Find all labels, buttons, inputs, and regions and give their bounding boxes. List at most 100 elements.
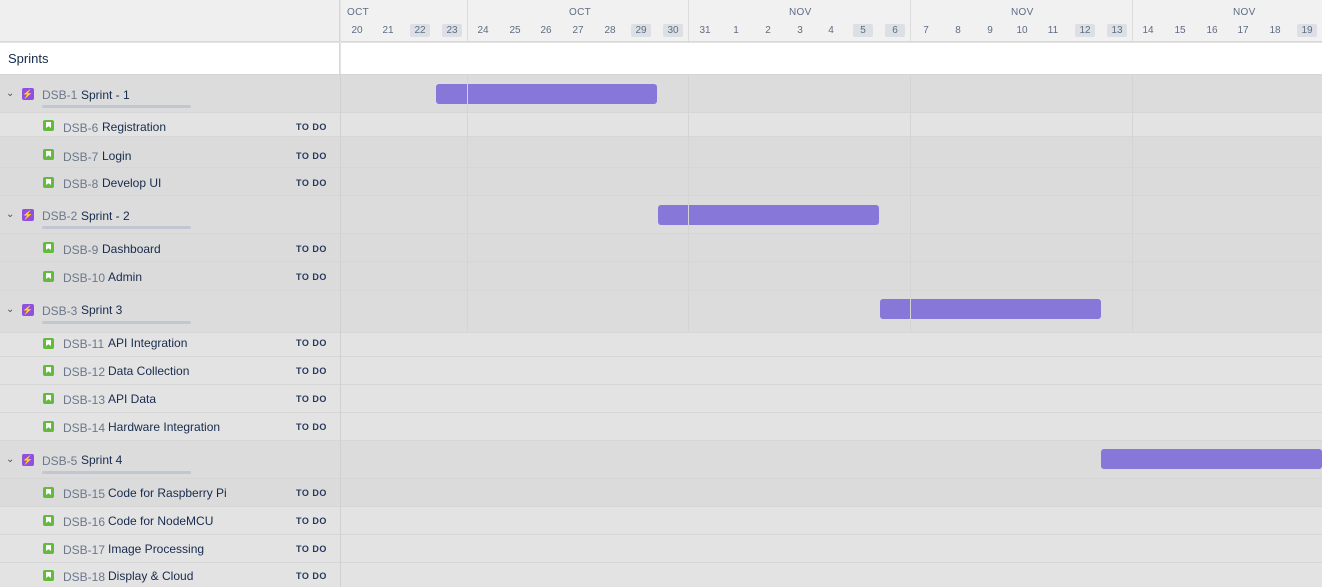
issue-row[interactable]: DSB-6 Registration TO DO (0, 112, 1322, 136)
issue-title[interactable]: Login (102, 149, 131, 163)
status-badge: TO DO (296, 244, 327, 254)
issue-key[interactable]: DSB-11 (63, 337, 104, 351)
epic-key[interactable]: DSB-1 (42, 88, 77, 102)
epic-key[interactable]: DSB-2 (42, 209, 77, 223)
sprint-bar[interactable] (658, 205, 879, 225)
story-icon (43, 338, 54, 349)
story-icon (43, 393, 54, 404)
epic-icon: ⚡ (22, 209, 34, 221)
issue-row[interactable]: DSB-7 Login TO DO (0, 136, 1322, 167)
status-badge: TO DO (296, 488, 327, 498)
day-label: 26 (540, 25, 552, 36)
story-icon (43, 570, 54, 581)
story-icon (43, 149, 54, 160)
status-badge: TO DO (296, 151, 327, 161)
issue-row[interactable]: DSB-11 API Integration TO DO (0, 332, 1322, 356)
epic-title[interactable]: Sprint - 2 (81, 209, 130, 223)
story-icon (43, 177, 54, 188)
epic-key[interactable]: DSB-5 (42, 454, 77, 468)
story-icon (43, 421, 54, 432)
issue-title[interactable]: Develop UI (102, 176, 161, 190)
issue-title[interactable]: API Data (108, 392, 156, 406)
epic-row[interactable]: ⌄ ⚡ DSB-2 Sprint - 2 (0, 195, 1322, 233)
sprint-bar[interactable] (880, 299, 1101, 319)
chevron-down-icon[interactable]: ⌄ (6, 304, 14, 315)
issue-title[interactable]: Admin (108, 270, 142, 284)
day-label: 25 (509, 25, 521, 36)
chevron-down-icon[interactable]: ⌄ (6, 88, 14, 99)
issue-row[interactable]: DSB-15 Code for Raspberry Pi TO DO (0, 478, 1322, 506)
epic-title[interactable]: Sprint 4 (81, 453, 122, 467)
issue-title[interactable]: Image Processing (108, 542, 204, 556)
status-badge: TO DO (296, 571, 327, 581)
issue-title[interactable]: Code for Raspberry Pi (108, 486, 227, 500)
day-label: 4 (828, 25, 834, 36)
issue-key[interactable]: DSB-10 (63, 271, 105, 285)
issue-title[interactable]: Dashboard (102, 242, 161, 256)
issue-title[interactable]: Data Collection (108, 364, 189, 378)
epic-row[interactable]: ⌄ ⚡ DSB-1 Sprint - 1 (0, 74, 1322, 112)
issue-key[interactable]: DSB-8 (63, 177, 98, 191)
epic-row[interactable]: ⌄ ⚡ DSB-3 Sprint 3 (0, 290, 1322, 332)
story-icon (43, 543, 54, 554)
issue-row[interactable]: DSB-12 Data Collection TO DO (0, 356, 1322, 384)
issue-key[interactable]: DSB-7 (63, 150, 98, 164)
issue-row[interactable]: DSB-8 Develop UI TO DO (0, 167, 1322, 195)
day-label: 30 (663, 24, 683, 37)
epic-title[interactable]: Sprint - 1 (81, 88, 130, 102)
sprint-bar[interactable] (436, 84, 657, 104)
issue-title[interactable]: API Integration (108, 336, 187, 350)
status-badge: TO DO (296, 422, 327, 432)
day-label: 10 (1016, 25, 1028, 36)
issue-key[interactable]: DSB-13 (63, 393, 105, 407)
issue-key[interactable]: DSB-15 (63, 487, 105, 501)
issue-key[interactable]: DSB-12 (63, 365, 105, 379)
issue-key[interactable]: DSB-9 (63, 243, 98, 257)
issue-key[interactable]: DSB-14 (63, 421, 105, 435)
day-label: 12 (1075, 24, 1095, 37)
story-icon (43, 120, 54, 131)
sprint-bar[interactable] (1101, 449, 1322, 469)
epic-key[interactable]: DSB-3 (42, 304, 77, 318)
status-badge: TO DO (296, 394, 327, 404)
issue-row[interactable]: DSB-14 Hardware Integration TO DO (0, 412, 1322, 440)
status-badge: TO DO (296, 338, 327, 348)
day-label: 18 (1269, 25, 1281, 36)
timeline-header: OCT OCT NOV NOV NOV 20 21 22 23 24 25 26… (341, 0, 1322, 74)
issue-row[interactable]: DSB-17 Image Processing TO DO (0, 534, 1322, 562)
epic-icon: ⚡ (22, 304, 34, 316)
progress-bar (42, 226, 191, 229)
issue-row[interactable]: DSB-10 Admin TO DO (0, 261, 1322, 290)
issue-key[interactable]: DSB-6 (63, 121, 98, 135)
month-label: NOV (1233, 7, 1256, 18)
issue-row[interactable]: DSB-18 Display & Cloud TO DO (0, 562, 1322, 587)
day-label: 11 (1047, 25, 1059, 36)
issue-row[interactable]: DSB-9 Dashboard TO DO (0, 233, 1322, 261)
issue-key[interactable]: DSB-17 (63, 543, 105, 557)
epic-title[interactable]: Sprint 3 (81, 303, 122, 317)
issue-title[interactable]: Hardware Integration (108, 420, 220, 434)
month-label: NOV (789, 7, 812, 18)
status-badge: TO DO (296, 544, 327, 554)
sprints-label: Sprints (8, 51, 49, 66)
status-badge: TO DO (296, 366, 327, 376)
day-label: 28 (604, 25, 616, 36)
issue-row[interactable]: DSB-13 API Data TO DO (0, 384, 1322, 412)
issue-title[interactable]: Code for NodeMCU (108, 514, 213, 528)
month-label: NOV (1011, 7, 1034, 18)
day-label: 19 (1297, 24, 1317, 37)
issue-key[interactable]: DSB-16 (63, 515, 105, 529)
issue-key[interactable]: DSB-18 (63, 570, 105, 584)
story-icon (43, 365, 54, 376)
chevron-down-icon[interactable]: ⌄ (6, 209, 14, 220)
day-label: 6 (885, 24, 905, 37)
issue-title[interactable]: Registration (102, 120, 166, 134)
epic-icon: ⚡ (22, 454, 34, 466)
epic-row[interactable]: ⌄ ⚡ DSB-5 Sprint 4 (0, 440, 1322, 478)
issue-row[interactable]: DSB-16 Code for NodeMCU TO DO (0, 506, 1322, 534)
day-label: 21 (382, 25, 394, 36)
day-label: 17 (1237, 25, 1249, 36)
chevron-down-icon[interactable]: ⌄ (6, 454, 14, 465)
month-label: OCT (569, 7, 592, 18)
issue-title[interactable]: Display & Cloud (108, 569, 193, 583)
